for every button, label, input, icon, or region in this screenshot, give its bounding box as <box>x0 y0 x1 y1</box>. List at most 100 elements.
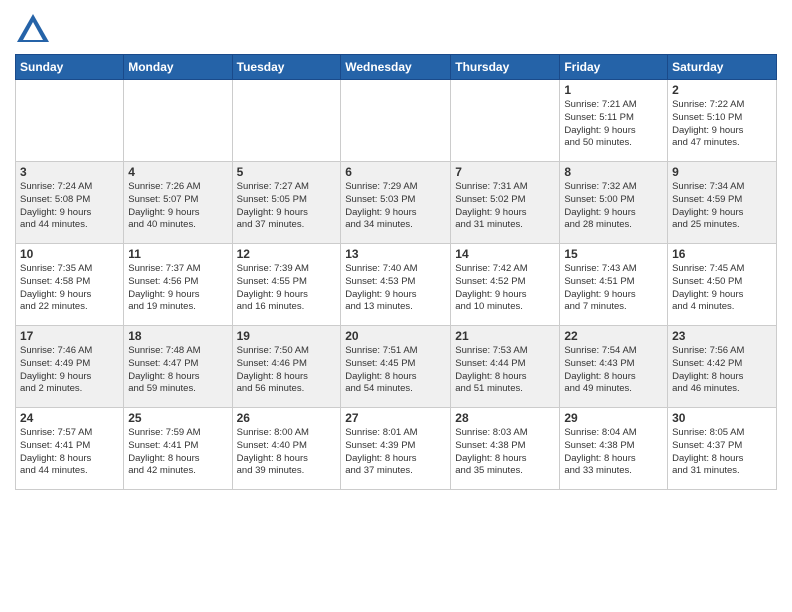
day-number: 12 <box>237 247 337 261</box>
day-cell: 30Sunrise: 8:05 AMSunset: 4:37 PMDayligh… <box>668 408 777 490</box>
weekday-tuesday: Tuesday <box>232 55 341 80</box>
day-cell: 29Sunrise: 8:04 AMSunset: 4:38 PMDayligh… <box>560 408 668 490</box>
day-cell: 16 Sunrise: 7:45 AMSunset: 4:50 PMDayligh… <box>668 244 777 326</box>
day-number: 4 <box>128 165 227 179</box>
day-info: Sunrise: 7:43 AMSunset: 4:51 PMDaylight:… <box>564 263 663 314</box>
day-cell: 18 Sunrise: 7:48 AMSunset: 4:47 PMDayligh… <box>124 326 232 408</box>
day-number: 3 <box>20 165 119 179</box>
day-cell <box>341 80 451 162</box>
day-cell: 26 Sunrise: 8:00 AMSunset: 4:40 PMDayligh… <box>232 408 341 490</box>
day-info: Sunrise: 7:27 AMSunset: 5:05 PMDaylight:… <box>237 181 337 232</box>
week-row-4: 17 Sunrise: 7:46 AMSunset: 4:49 PMDayligh… <box>16 326 777 408</box>
day-cell: 5 Sunrise: 7:27 AMSunset: 5:05 PMDaylight… <box>232 162 341 244</box>
day-cell: 22 Sunrise: 7:54 AMSunset: 4:43 PMDayligh… <box>560 326 668 408</box>
day-info: Sunrise: 7:46 AMSunset: 4:49 PMDaylight:… <box>20 345 119 396</box>
day-number: 2 <box>672 83 772 97</box>
day-info: Sunrise: 7:51 AMSunset: 4:45 PMDaylight:… <box>345 345 446 396</box>
day-number: 20 <box>345 329 446 343</box>
day-cell: 28 Sunrise: 8:03 AMSunset: 4:38 PMDayligh… <box>451 408 560 490</box>
day-number: 6 <box>345 165 446 179</box>
week-row-2: 3 Sunrise: 7:24 AMSunset: 5:08 PMDaylight… <box>16 162 777 244</box>
day-cell: 13 Sunrise: 7:40 AMSunset: 4:53 PMDayligh… <box>341 244 451 326</box>
day-info: Sunrise: 8:00 AMSunset: 4:40 PMDaylight:… <box>237 427 337 478</box>
day-number: 1 <box>564 83 663 97</box>
day-cell <box>16 80 124 162</box>
day-number: 24 <box>20 411 119 425</box>
day-cell <box>124 80 232 162</box>
day-number: 15 <box>564 247 663 261</box>
day-number: 21 <box>455 329 555 343</box>
day-info: Sunrise: 7:31 AMSunset: 5:02 PMDaylight:… <box>455 181 555 232</box>
day-info: Sunrise: 7:35 AMSunset: 4:58 PMDaylight:… <box>20 263 119 314</box>
day-cell: 12Sunrise: 7:39 AMSunset: 4:55 PMDayligh… <box>232 244 341 326</box>
day-cell: 15 Sunrise: 7:43 AMSunset: 4:51 PMDayligh… <box>560 244 668 326</box>
day-cell <box>451 80 560 162</box>
day-info: Sunrise: 7:57 AMSunset: 4:41 PMDaylight:… <box>20 427 119 478</box>
day-number: 13 <box>345 247 446 261</box>
day-cell: 9Sunrise: 7:34 AMSunset: 4:59 PMDaylight… <box>668 162 777 244</box>
day-number: 22 <box>564 329 663 343</box>
day-cell: 8 Sunrise: 7:32 AMSunset: 5:00 PMDaylight… <box>560 162 668 244</box>
day-cell: 6 Sunrise: 7:29 AMSunset: 5:03 PMDaylight… <box>341 162 451 244</box>
day-cell: 10 Sunrise: 7:35 AMSunset: 4:58 PMDayligh… <box>16 244 124 326</box>
day-number: 10 <box>20 247 119 261</box>
day-cell: 24 Sunrise: 7:57 AMSunset: 4:41 PMDayligh… <box>16 408 124 490</box>
day-cell <box>232 80 341 162</box>
day-info: Sunrise: 7:53 AMSunset: 4:44 PMDaylight:… <box>455 345 555 396</box>
weekday-monday: Monday <box>124 55 232 80</box>
day-info: Sunrise: 7:34 AMSunset: 4:59 PMDaylight:… <box>672 181 772 232</box>
day-info: Sunrise: 7:50 AMSunset: 4:46 PMDaylight:… <box>237 345 337 396</box>
day-cell: 14 Sunrise: 7:42 AMSunset: 4:52 PMDayligh… <box>451 244 560 326</box>
day-number: 17 <box>20 329 119 343</box>
day-info: Sunrise: 8:05 AMSunset: 4:37 PMDaylight:… <box>672 427 772 478</box>
weekday-thursday: Thursday <box>451 55 560 80</box>
week-row-3: 10 Sunrise: 7:35 AMSunset: 4:58 PMDayligh… <box>16 244 777 326</box>
day-info: Sunrise: 7:40 AMSunset: 4:53 PMDaylight:… <box>345 263 446 314</box>
day-cell: 23 Sunrise: 7:56 AMSunset: 4:42 PMDayligh… <box>668 326 777 408</box>
day-number: 29 <box>564 411 663 425</box>
day-number: 23 <box>672 329 772 343</box>
day-number: 18 <box>128 329 227 343</box>
day-info: Sunrise: 7:29 AMSunset: 5:03 PMDaylight:… <box>345 181 446 232</box>
day-number: 26 <box>237 411 337 425</box>
day-number: 28 <box>455 411 555 425</box>
day-info: Sunrise: 7:56 AMSunset: 4:42 PMDaylight:… <box>672 345 772 396</box>
day-number: 11 <box>128 247 227 261</box>
day-info: Sunrise: 7:48 AMSunset: 4:47 PMDaylight:… <box>128 345 227 396</box>
weekday-friday: Friday <box>560 55 668 80</box>
day-number: 27 <box>345 411 446 425</box>
day-cell: 21 Sunrise: 7:53 AMSunset: 4:44 PMDayligh… <box>451 326 560 408</box>
day-info: Sunrise: 8:01 AMSunset: 4:39 PMDaylight:… <box>345 427 446 478</box>
day-info: Sunrise: 7:42 AMSunset: 4:52 PMDaylight:… <box>455 263 555 314</box>
day-info: Sunrise: 7:45 AMSunset: 4:50 PMDaylight:… <box>672 263 772 314</box>
day-number: 25 <box>128 411 227 425</box>
day-cell: 20 Sunrise: 7:51 AMSunset: 4:45 PMDayligh… <box>341 326 451 408</box>
day-info: Sunrise: 7:54 AMSunset: 4:43 PMDaylight:… <box>564 345 663 396</box>
page: SundayMondayTuesdayWednesdayThursdayFrid… <box>0 0 792 612</box>
day-cell: 25Sunrise: 7:59 AMSunset: 4:41 PMDayligh… <box>124 408 232 490</box>
day-cell: 7Sunrise: 7:31 AMSunset: 5:02 PMDaylight… <box>451 162 560 244</box>
logo-icon <box>15 10 51 46</box>
day-number: 14 <box>455 247 555 261</box>
day-cell: 4Sunrise: 7:26 AMSunset: 5:07 PMDaylight… <box>124 162 232 244</box>
week-row-5: 24 Sunrise: 7:57 AMSunset: 4:41 PMDayligh… <box>16 408 777 490</box>
day-info: Sunrise: 7:24 AMSunset: 5:08 PMDaylight:… <box>20 181 119 232</box>
day-info: Sunrise: 8:03 AMSunset: 4:38 PMDaylight:… <box>455 427 555 478</box>
day-cell: 2 Sunrise: 7:22 AMSunset: 5:10 PMDaylight… <box>668 80 777 162</box>
day-number: 5 <box>237 165 337 179</box>
day-info: Sunrise: 7:22 AMSunset: 5:10 PMDaylight:… <box>672 99 772 150</box>
day-cell: 11Sunrise: 7:37 AMSunset: 4:56 PMDayligh… <box>124 244 232 326</box>
day-cell: 3 Sunrise: 7:24 AMSunset: 5:08 PMDaylight… <box>16 162 124 244</box>
day-number: 8 <box>564 165 663 179</box>
weekday-saturday: Saturday <box>668 55 777 80</box>
day-cell: 17 Sunrise: 7:46 AMSunset: 4:49 PMDayligh… <box>16 326 124 408</box>
header <box>15 10 777 46</box>
day-info: Sunrise: 7:21 AMSunset: 5:11 PMDaylight:… <box>564 99 663 150</box>
week-row-1: 1 Sunrise: 7:21 AMSunset: 5:11 PMDaylight… <box>16 80 777 162</box>
weekday-header-row: SundayMondayTuesdayWednesdayThursdayFrid… <box>16 55 777 80</box>
weekday-sunday: Sunday <box>16 55 124 80</box>
day-cell: 1 Sunrise: 7:21 AMSunset: 5:11 PMDaylight… <box>560 80 668 162</box>
day-info: Sunrise: 7:32 AMSunset: 5:00 PMDaylight:… <box>564 181 663 232</box>
day-number: 16 <box>672 247 772 261</box>
day-cell: 27 Sunrise: 8:01 AMSunset: 4:39 PMDayligh… <box>341 408 451 490</box>
